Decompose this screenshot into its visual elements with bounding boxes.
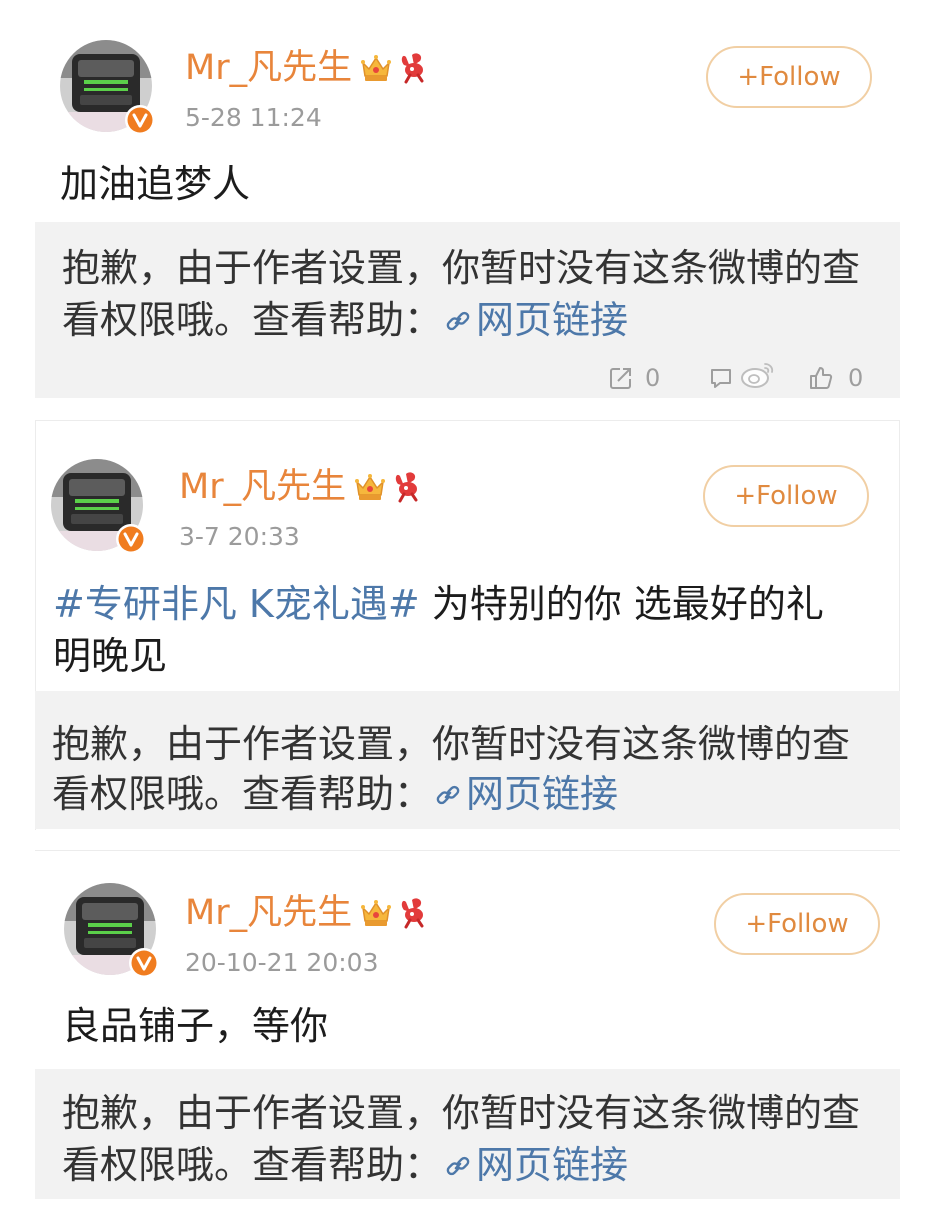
- follow-button[interactable]: +Follow: [706, 46, 872, 108]
- follow-button[interactable]: +Follow: [703, 465, 869, 527]
- avatar[interactable]: [64, 883, 159, 978]
- notice-line: 看权限哦。查看帮助： 网页链接: [62, 1139, 900, 1191]
- hashtag-link[interactable]: #专研非凡 K宠礼遇#: [53, 582, 420, 626]
- post-time[interactable]: 20-10-21 20:03: [185, 948, 378, 978]
- post-time[interactable]: 3-7 20:33: [179, 522, 300, 552]
- post-header: Mr_凡先生: [185, 891, 432, 935]
- notice-line: 抱歉，由于作者设置，你暂时没有这条微博的查: [62, 1091, 861, 1135]
- post-text-segment: 为特别的你 选最好的礼: [419, 582, 824, 626]
- follow-button[interactable]: +Follow: [714, 893, 880, 955]
- post-text-line: 明晚见: [53, 634, 168, 678]
- post-card: Mr_凡先生: [35, 0, 900, 400]
- notice-line: 抱歉，由于作者设置，你暂时没有这条微博的查: [62, 246, 861, 290]
- post-text: 加油追梦人: [60, 158, 250, 210]
- web-link-label: 网页链接: [466, 772, 619, 816]
- restricted-notice: 抱歉，由于作者设置，你暂时没有这条微博的查 看权限哦。查看帮助： 网页链接: [35, 1069, 900, 1199]
- web-link-label: 网页链接: [476, 1143, 629, 1187]
- follow-label: +Follow: [745, 909, 849, 939]
- verified-badge-icon: [115, 523, 147, 555]
- web-link[interactable]: 网页链接: [442, 1143, 628, 1187]
- post-card: Mr_凡先生: [35, 420, 900, 830]
- notice-help-text: 看权限哦。查看帮助：: [62, 1143, 443, 1187]
- follow-label: +Follow: [737, 62, 841, 92]
- post-text-line: #专研非凡 K宠礼遇# 为特别的你 选最好的礼: [53, 578, 824, 630]
- notice-line: 看权限哦。查看帮助： 网页链接: [52, 769, 900, 819]
- restricted-notice: 抱歉，由于作者设置，你暂时没有这条微博的查 看权限哦。查看帮助： 网页链接: [35, 691, 900, 829]
- repost-icon[interactable]: [608, 365, 634, 391]
- comment-icon[interactable]: [708, 365, 734, 391]
- web-link[interactable]: 网页链接: [432, 772, 618, 816]
- ribbon-badge-icon[interactable]: [392, 470, 426, 504]
- notice-help-text: 看权限哦。查看帮助：: [52, 772, 433, 816]
- web-link[interactable]: 网页链接: [442, 298, 628, 342]
- ribbon-badge-icon[interactable]: [398, 51, 432, 85]
- post-text-line: 加油追梦人: [60, 162, 251, 206]
- notice-help-text: 看权限哦。查看帮助：: [62, 298, 443, 342]
- like-icon[interactable]: [808, 365, 834, 391]
- repost-count[interactable]: 0: [645, 362, 660, 394]
- link-icon: [444, 307, 472, 335]
- post-header: Mr_凡先生: [179, 465, 426, 509]
- vip-crown-icon[interactable]: [354, 472, 386, 502]
- post-header: Mr_凡先生: [185, 46, 432, 90]
- avatar[interactable]: [51, 459, 146, 554]
- weibo-logo-icon: [740, 360, 776, 390]
- link-icon: [444, 1152, 472, 1180]
- notice-line: 看权限哦。查看帮助： 网页链接: [62, 294, 900, 346]
- weibo-feed: Mr_凡先生 5-28 11:24 +Follow 加油追梦人 抱歉，由于作者设…: [0, 0, 928, 1230]
- verified-badge-icon: [128, 947, 160, 979]
- post-text: #专研非凡 K宠礼遇# 为特别的你 选最好的礼 明晚见: [53, 578, 824, 682]
- verified-badge-icon: [124, 104, 156, 136]
- web-link-label: 网页链接: [476, 298, 629, 342]
- restricted-notice: 抱歉，由于作者设置，你暂时没有这条微博的查 看权限哦。查看帮助： 网页链接 0: [35, 222, 900, 398]
- post-text: 良品铺子，等你: [62, 1000, 328, 1052]
- vip-crown-icon[interactable]: [360, 898, 392, 928]
- notice-line: 抱歉，由于作者设置，你暂时没有这条微博的查: [52, 722, 851, 766]
- ribbon-badge-icon[interactable]: [398, 896, 432, 930]
- vip-crown-icon[interactable]: [360, 53, 392, 83]
- post-time[interactable]: 5-28 11:24: [185, 103, 322, 133]
- username[interactable]: Mr_凡先生: [179, 465, 346, 509]
- post-card: Mr_凡先生: [35, 850, 900, 1202]
- follow-label: +Follow: [734, 481, 838, 511]
- post-text-line: 良品铺子，等你: [62, 1004, 329, 1048]
- avatar[interactable]: [60, 40, 155, 135]
- link-icon: [434, 781, 462, 809]
- username[interactable]: Mr_凡先生: [185, 46, 352, 90]
- like-count[interactable]: 0: [848, 362, 863, 394]
- username[interactable]: Mr_凡先生: [185, 891, 352, 935]
